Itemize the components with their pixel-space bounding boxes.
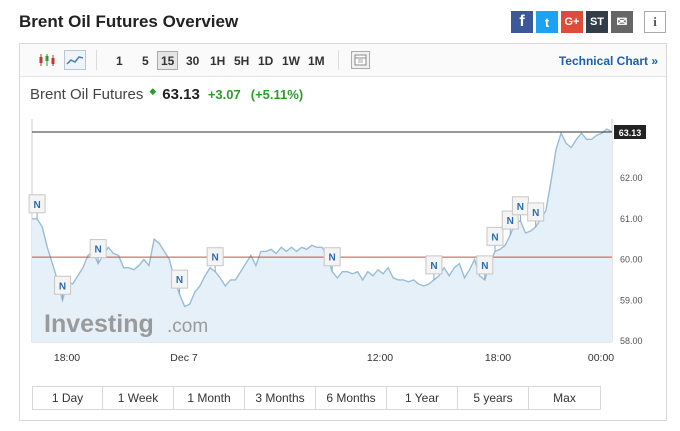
y-tick-label: 62.00	[620, 173, 643, 183]
news-marker-label: N	[517, 202, 524, 213]
range-selector: 1 Day 1 Week 1 Month 3 Months 6 Months 1 Year…	[32, 386, 601, 410]
x-tick-label: 18:00	[54, 352, 80, 364]
chart-panel: 1 5 15 30 1H 5H 1D 1W 1M Technical Chart » Brent…	[19, 43, 667, 421]
news-marker-label: N	[532, 208, 539, 219]
twitter-icon[interactable]: t	[536, 11, 558, 33]
x-tick-label: 18:00	[485, 352, 511, 364]
y-tick-label: 58.00	[620, 336, 643, 346]
y-tick-label: 63.13	[619, 128, 642, 138]
news-marker-label: N	[212, 253, 219, 264]
news-marker-label: N	[176, 275, 183, 286]
googleplus-icon[interactable]: G+	[561, 11, 583, 33]
range-button-max[interactable]: Max	[529, 387, 600, 409]
range-button-5-years[interactable]: 5 years	[458, 387, 529, 409]
stocktwits-icon[interactable]: ST	[586, 11, 608, 33]
email-icon[interactable]: ✉	[611, 11, 633, 33]
info-icon[interactable]: i	[644, 11, 666, 33]
facebook-icon[interactable]: f	[511, 11, 533, 33]
price-chart[interactable]: 63.13 62.00 61.00 60.00 59.00 58.00 18:00 Dec 7…	[20, 44, 666, 374]
share-bar: f t G+ ST ✉ i	[511, 11, 666, 33]
news-marker-label: N	[329, 253, 336, 264]
range-button-3-months[interactable]: 3 Months	[245, 387, 316, 409]
news-marker-label: N	[491, 232, 498, 243]
x-tick-label: 12:00	[367, 352, 393, 364]
page-title: Brent Oil Futures Overview	[19, 12, 239, 31]
x-tick-label: 00:00	[588, 352, 614, 364]
y-tick-label: 60.00	[620, 255, 643, 265]
news-marker-label: N	[430, 261, 437, 272]
range-button-6-months[interactable]: 6 Months	[316, 387, 387, 409]
range-button-1-day[interactable]: 1 Day	[33, 387, 103, 409]
y-tick-label: 61.00	[620, 214, 643, 224]
investing-watermark-logo: Investing	[44, 310, 154, 338]
x-tick-label: Dec 7	[170, 352, 198, 364]
y-tick-label: 59.00	[620, 295, 643, 305]
investing-watermark-suffix: .com	[167, 316, 208, 337]
news-marker-label: N	[95, 245, 102, 256]
news-marker-label: N	[59, 281, 66, 292]
news-marker-label: N	[33, 200, 40, 211]
news-marker-label: N	[507, 216, 514, 227]
range-button-1-month[interactable]: 1 Month	[174, 387, 245, 409]
range-button-1-year[interactable]: 1 Year	[387, 387, 458, 409]
news-marker-label: N	[481, 261, 488, 272]
range-button-1-week[interactable]: 1 Week	[103, 387, 174, 409]
